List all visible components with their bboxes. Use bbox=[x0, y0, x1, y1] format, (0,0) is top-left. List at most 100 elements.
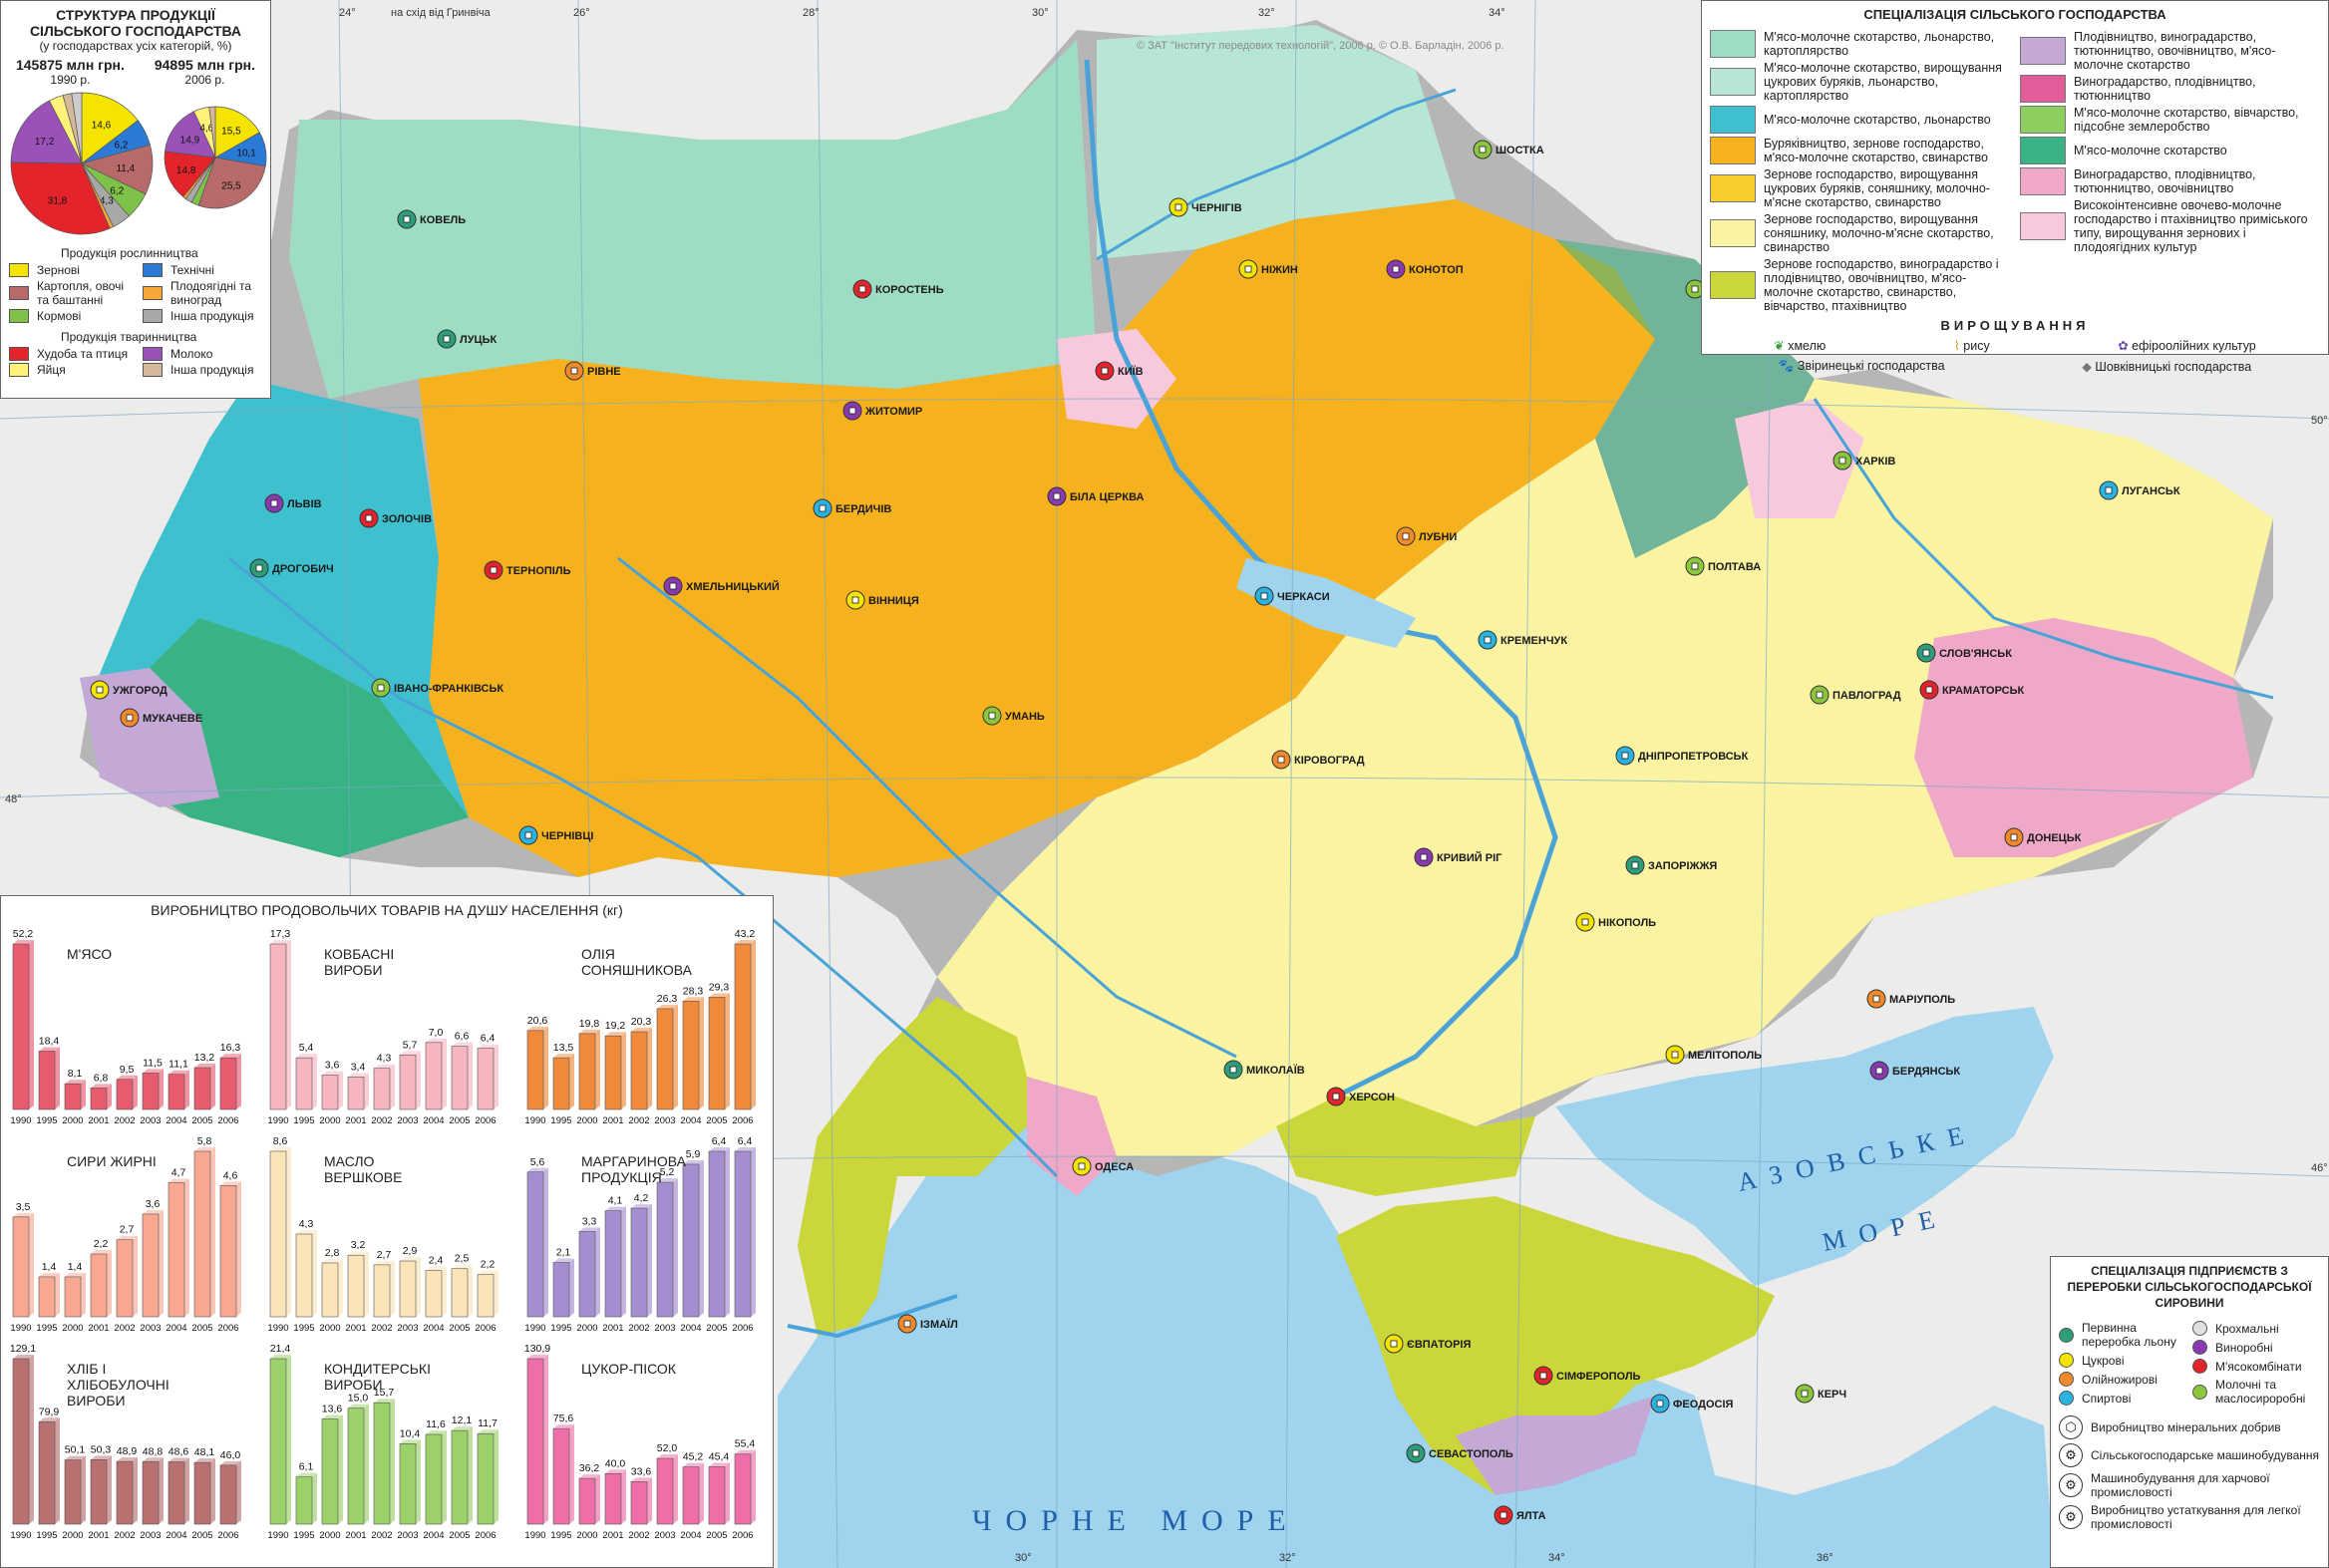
bar bbox=[12, 1216, 30, 1318]
city-label: ДНІПРОПЕТРОВСЬК bbox=[1638, 751, 1749, 763]
bar bbox=[38, 1276, 56, 1318]
enterprise-symbol-label: Сільськогосподарське машинобудування bbox=[2091, 1448, 2320, 1462]
bar-side bbox=[286, 1147, 291, 1317]
bar-year-label: 2002 bbox=[114, 1530, 135, 1541]
specialization-title: СПЕЦІАЛІЗАЦІЯ СІЛЬСЬКОГО ГОСПОДАРСТВА bbox=[1863, 7, 2166, 22]
city-square-icon bbox=[255, 564, 263, 572]
bar-side bbox=[159, 1457, 164, 1524]
bar-side bbox=[184, 1457, 189, 1524]
bar-side bbox=[29, 1355, 34, 1524]
bar-value-label: 8,6 bbox=[273, 1135, 288, 1147]
enterprise-dot bbox=[2192, 1340, 2207, 1355]
specialization-label: Зернове господарство, вирощування цукров… bbox=[1764, 167, 1990, 209]
city-square-icon bbox=[1581, 918, 1589, 926]
bar-year-label: 2006 bbox=[217, 1530, 238, 1541]
city-square-icon bbox=[1801, 1390, 1809, 1398]
bar bbox=[347, 1077, 365, 1110]
bar-side bbox=[673, 1178, 678, 1317]
bar-year-label: 2004 bbox=[680, 1323, 701, 1334]
enterprise-dot bbox=[2192, 1321, 2207, 1336]
enterprise-item: Молочні та маслосироробні bbox=[2192, 1378, 2320, 1406]
bar-year-label: 2002 bbox=[371, 1115, 392, 1126]
city-square-icon bbox=[1412, 1449, 1420, 1457]
enterprise-symbol-item: ⚙ Сільськогосподарське машинобудування bbox=[2059, 1443, 2320, 1467]
city-square-icon bbox=[1691, 285, 1699, 293]
city-square-icon bbox=[1390, 1340, 1398, 1348]
city-label: НІКОПОЛЬ bbox=[1598, 917, 1656, 929]
bar-year-label: 2002 bbox=[628, 1323, 649, 1334]
bar-year-label: 2000 bbox=[576, 1530, 597, 1541]
bar bbox=[347, 1254, 365, 1318]
bar-year-label: 1990 bbox=[524, 1115, 545, 1126]
tick-side-46: 46° bbox=[2311, 1162, 2328, 1174]
bar-year-label: 2006 bbox=[217, 1323, 238, 1334]
bar-value-label: 8,1 bbox=[68, 1068, 83, 1080]
city-label: ЄВПАТОРІЯ bbox=[1407, 1339, 1471, 1351]
bar-value-label: 2,1 bbox=[556, 1247, 571, 1259]
city-square-icon bbox=[1922, 649, 1930, 657]
bar-side bbox=[468, 1264, 473, 1317]
bar-year-label: 2005 bbox=[706, 1530, 727, 1541]
enterprise-dot bbox=[2192, 1359, 2207, 1374]
bar-year-label: 1990 bbox=[524, 1530, 545, 1541]
bar bbox=[552, 1262, 570, 1318]
city-label: БІЛА ЦЕРКВА bbox=[1070, 491, 1144, 503]
bar bbox=[219, 1185, 237, 1318]
bar bbox=[142, 1213, 160, 1318]
bar-side bbox=[751, 1449, 756, 1524]
bar-side bbox=[494, 1044, 499, 1109]
bar-side bbox=[595, 1029, 600, 1109]
animal-legend: Худоба та птиця Молоко Яйця Інша продукція bbox=[9, 346, 270, 378]
bar bbox=[269, 943, 287, 1110]
city-square-icon bbox=[851, 596, 859, 604]
bar bbox=[142, 1460, 160, 1525]
animal-heading: Продукція тваринництва bbox=[61, 330, 197, 344]
bar-value-label: 5,4 bbox=[299, 1042, 314, 1054]
bar-value-label: 79,9 bbox=[39, 1406, 60, 1417]
bar-year-label: 2006 bbox=[732, 1530, 753, 1541]
enterprise-label: Спиртові bbox=[2082, 1391, 2132, 1406]
enterprise-label: Цукрові bbox=[2082, 1353, 2125, 1368]
bar-chart-title: МАСЛО ВЕРШКОВЕ bbox=[324, 1153, 403, 1185]
bar-side bbox=[312, 1054, 317, 1109]
pie-slice-label: 25,5 bbox=[221, 180, 241, 191]
bar-side bbox=[442, 1266, 447, 1317]
bar-year-label: 2005 bbox=[449, 1115, 470, 1126]
bar bbox=[321, 1418, 339, 1525]
bar bbox=[373, 1264, 391, 1318]
specialization-label: Зернове господарство, виноградарство і п… bbox=[1764, 257, 1999, 313]
bar-value-label: 11,1 bbox=[168, 1059, 188, 1071]
bar-value-label: 9,5 bbox=[120, 1064, 135, 1076]
bar-value-label: 7,0 bbox=[429, 1027, 444, 1039]
city-square-icon bbox=[365, 514, 373, 522]
bar-year-label: 2002 bbox=[114, 1115, 135, 1126]
city-square-icon bbox=[570, 367, 578, 375]
specialization-legend: СПЕЦІАЛІЗАЦІЯ СІЛЬСЬКОГО ГОСПОДАРСТВА М'… bbox=[1701, 0, 2329, 374]
legend-swatch bbox=[143, 347, 163, 361]
pie-slice-label: 10,1 bbox=[236, 149, 256, 159]
city-label: КІРОВОГРАД bbox=[1294, 755, 1365, 767]
city-label: УМАНЬ bbox=[1005, 711, 1045, 723]
city-square-icon bbox=[403, 215, 411, 223]
bar-year-label: 2001 bbox=[345, 1115, 366, 1126]
pie-chart-2006: 15,510,125,514,814,94,6 bbox=[164, 106, 267, 209]
bar-value-label: 55,4 bbox=[735, 1438, 756, 1450]
bar-side bbox=[595, 1227, 600, 1317]
fur-farms-item: 🐾 Звіринецькі господарства bbox=[1778, 359, 1945, 373]
enterprise-symbol-label: Виробництво устаткування для легкої пром… bbox=[2091, 1503, 2301, 1531]
bar-value-label: 19,8 bbox=[579, 1018, 600, 1030]
bar bbox=[734, 1150, 752, 1318]
bar bbox=[526, 1030, 544, 1110]
bar bbox=[682, 1466, 700, 1525]
bar-side bbox=[647, 1204, 652, 1317]
bar-side bbox=[159, 1069, 164, 1109]
bar bbox=[64, 1083, 82, 1110]
city-label: КОВЕЛЬ bbox=[420, 214, 466, 226]
city-square-icon bbox=[1838, 457, 1846, 465]
legend-item: Картопля, овочі та баштанні bbox=[9, 279, 137, 307]
bar bbox=[451, 1046, 469, 1110]
bar-side bbox=[647, 1477, 652, 1524]
bar bbox=[451, 1268, 469, 1318]
specialization-label: Високоінтенсивне овочево-молочне господа… bbox=[2074, 198, 2308, 254]
bar-side bbox=[494, 1429, 499, 1524]
